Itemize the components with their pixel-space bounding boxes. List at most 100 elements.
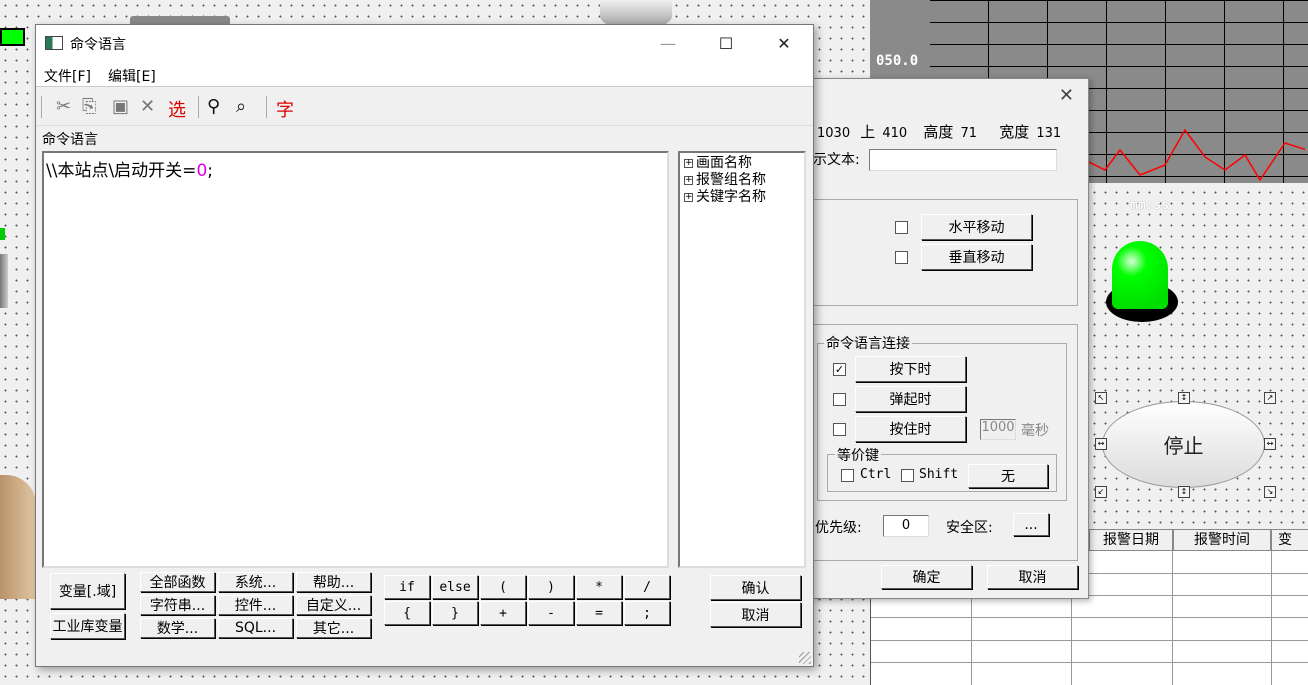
- horizontal-move-checkbox[interactable]: [895, 221, 908, 234]
- system-functions-button[interactable]: 系统...: [218, 572, 293, 592]
- green-indicator-bar: [0, 28, 25, 46]
- expand-icon[interactable]: +: [684, 158, 693, 168]
- menu-edit[interactable]: 编辑[E]: [108, 66, 156, 86]
- alarm-col-date[interactable]: 报警日期: [1089, 529, 1173, 551]
- custom-functions-button[interactable]: 自定义...: [296, 595, 371, 615]
- expand-icon[interactable]: +: [684, 175, 693, 185]
- minimize-icon[interactable]: —: [639, 25, 697, 62]
- tree-item-label: 画面名称: [696, 155, 752, 171]
- font-icon[interactable]: 字: [276, 96, 294, 122]
- green-lamp-icon[interactable]: [1112, 241, 1168, 309]
- open-paren-button[interactable]: (: [480, 575, 526, 599]
- grid-line: [871, 617, 1308, 618]
- alarm-col-time[interactable]: 报警时间: [1173, 529, 1271, 551]
- vertical-move-button[interactable]: 垂直移动: [921, 244, 1032, 270]
- priority-input[interactable]: 0: [883, 515, 929, 537]
- paste-icon[interactable]: ▣: [112, 96, 129, 117]
- shift-checkbox[interactable]: [901, 469, 914, 482]
- equals-button[interactable]: =: [576, 601, 622, 625]
- hold-checkbox[interactable]: [833, 423, 846, 436]
- menu-file[interactable]: 文件[F]: [44, 66, 91, 86]
- resize-handle-nw[interactable]: ↖: [1095, 392, 1107, 404]
- tree-item-keywords[interactable]: + 关键字名称: [684, 189, 800, 206]
- resize-handle-w[interactable]: ↔: [1095, 438, 1107, 450]
- if-button[interactable]: if: [384, 575, 430, 599]
- resize-grip-icon[interactable]: [799, 652, 811, 664]
- vertical-move-checkbox[interactable]: [895, 251, 908, 264]
- close-paren-button[interactable]: ): [528, 575, 574, 599]
- cancel-button[interactable]: 取消: [710, 602, 801, 627]
- valve-graphic: [0, 254, 8, 308]
- alarm-col-var[interactable]: 变: [1271, 529, 1308, 551]
- props-cancel-button[interactable]: 取消: [987, 565, 1078, 589]
- grid-line: [871, 640, 1308, 641]
- resize-handle-n[interactable]: ↕: [1178, 392, 1190, 404]
- display-text-input[interactable]: [869, 149, 1057, 171]
- menu-bar: 文件[F] 编辑[E]: [36, 62, 813, 87]
- confirm-button[interactable]: 确认: [710, 575, 801, 600]
- expand-icon[interactable]: +: [684, 192, 693, 202]
- security-area-button[interactable]: ...: [1013, 513, 1049, 536]
- hold-interval-input[interactable]: 1000: [980, 419, 1016, 440]
- toolbar-separator: [41, 96, 42, 118]
- code-editor[interactable]: \\本站点\启动开关=0;: [42, 151, 669, 568]
- release-command-button[interactable]: 弹起时: [855, 386, 966, 412]
- resize-handle-e[interactable]: ↔: [1264, 438, 1276, 450]
- copy-icon[interactable]: ⎘: [82, 96, 96, 117]
- height-value: 71: [960, 126, 978, 141]
- close-brace-button[interactable]: }: [432, 601, 478, 625]
- find-icon[interactable]: ⚲: [207, 96, 220, 117]
- tree-item-screens[interactable]: + 画面名称: [684, 155, 800, 172]
- math-functions-button[interactable]: 数学...: [140, 618, 215, 638]
- control-functions-button[interactable]: 控件...: [218, 595, 293, 615]
- resize-handle-sw[interactable]: ↙: [1095, 486, 1107, 498]
- press-checkbox[interactable]: ✓: [833, 363, 846, 376]
- minus-button[interactable]: -: [528, 601, 574, 625]
- position-size-row: 1030 上 410 高度 71 宽度 131: [817, 121, 1067, 142]
- trend-line: [1085, 128, 1305, 182]
- replace-icon[interactable]: ⌕: [236, 96, 246, 117]
- release-checkbox[interactable]: [833, 393, 846, 406]
- resize-handle-ne[interactable]: ↗: [1264, 392, 1276, 404]
- props-ok-button[interactable]: 确定: [881, 565, 972, 589]
- green-indicator-small: [0, 228, 5, 240]
- text-label: 示文本:: [813, 152, 860, 168]
- tree-item-alarm-groups[interactable]: + 报警组名称: [684, 172, 800, 189]
- horizontal-move-button[interactable]: 水平移动: [921, 214, 1032, 240]
- close-icon[interactable]: ✕: [755, 25, 813, 62]
- delete-icon[interactable]: ✕: [140, 96, 155, 117]
- stop-button[interactable]: 停止: [1102, 401, 1265, 488]
- reference-tree[interactable]: + 画面名称 + 报警组名称 + 关键字名称: [678, 151, 806, 568]
- press-command-button[interactable]: 按下时: [855, 356, 966, 382]
- top-value: 410: [882, 126, 908, 141]
- hold-command-button[interactable]: 按住时: [855, 416, 966, 442]
- toolbar-separator: [266, 96, 267, 118]
- height-label: 高度: [923, 123, 954, 141]
- semicolon-button[interactable]: ;: [624, 601, 670, 625]
- ctrl-checkbox[interactable]: [841, 469, 854, 482]
- sql-functions-button[interactable]: SQL...: [218, 618, 293, 638]
- resize-handle-se[interactable]: ↘: [1264, 486, 1276, 498]
- title-bar[interactable]: 命令语言 — ☐ ✕: [36, 25, 813, 62]
- resize-handle-s[interactable]: ↕: [1178, 486, 1190, 498]
- left-value: 1030: [817, 126, 851, 141]
- trend-value-label: 050.0: [876, 53, 919, 69]
- string-functions-button[interactable]: 字符串...: [140, 595, 215, 615]
- cut-icon[interactable]: ✂: [56, 96, 71, 117]
- open-brace-button[interactable]: {: [384, 601, 430, 625]
- maximize-icon[interactable]: ☐: [697, 25, 755, 62]
- select-icon[interactable]: 选: [168, 96, 186, 122]
- hotkey-key-button[interactable]: 无: [968, 464, 1048, 488]
- divide-button[interactable]: /: [624, 575, 670, 599]
- multiply-button[interactable]: *: [576, 575, 622, 599]
- props-close-icon[interactable]: ✕: [1059, 85, 1074, 106]
- help-button[interactable]: 帮助...: [296, 572, 371, 592]
- variable-domain-button[interactable]: 变量[.域]: [50, 573, 125, 609]
- other-functions-button[interactable]: 其它...: [296, 618, 371, 638]
- all-functions-button[interactable]: 全部函数: [140, 572, 215, 592]
- width-label: 宽度: [999, 123, 1030, 141]
- else-button[interactable]: else: [432, 575, 478, 599]
- width-value: 131: [1036, 126, 1062, 141]
- industrial-variable-button[interactable]: 工业库变量: [50, 613, 125, 639]
- plus-button[interactable]: +: [480, 601, 526, 625]
